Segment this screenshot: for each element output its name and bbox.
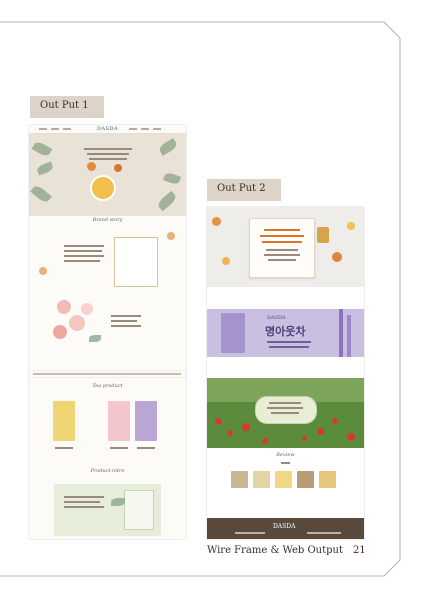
caption: Wire Frame & Web Output	[207, 545, 343, 556]
section-heading: Tea product	[92, 383, 123, 389]
nav-item[interactable]	[39, 128, 47, 130]
banner-title: 명아웃차	[265, 325, 306, 338]
output-1-screenshot: DASDA Brand story Tea product Product in…	[29, 125, 186, 539]
section-heading: Review	[276, 452, 295, 458]
page-number: 21	[353, 545, 366, 556]
poppy-field-section	[207, 378, 364, 448]
rose-section	[29, 295, 186, 355]
marquee-band	[29, 370, 186, 378]
output-2-screenshot: DASDA 명아웃차 Review DASDA	[207, 207, 364, 539]
nav-item[interactable]	[129, 128, 137, 130]
review-thumb[interactable]	[319, 471, 336, 488]
nav-item[interactable]	[51, 128, 59, 130]
output-1-nav: DASDA	[29, 125, 186, 134]
banner-logo: DASDA	[267, 315, 286, 321]
brand-story-section: Brand story	[29, 217, 186, 287]
review-thumb[interactable]	[297, 471, 314, 488]
product-intro-section: Product intro	[29, 468, 186, 538]
output-1-hero	[29, 134, 186, 216]
output-2-label: Out Put 2	[207, 179, 281, 201]
hero-section	[207, 207, 364, 287]
lavender-banner: DASDA 명아웃차	[207, 309, 364, 357]
review-thumb[interactable]	[253, 471, 270, 488]
output-1-logo: DASDA	[97, 126, 119, 132]
section-heading: Brand story	[92, 217, 123, 223]
hero-card	[249, 218, 315, 278]
output-2-footer: DASDA	[207, 518, 364, 539]
nav-item[interactable]	[63, 128, 71, 130]
nav-item[interactable]	[141, 128, 149, 130]
output-1-label: Out Put 1	[30, 96, 104, 118]
review-thumb[interactable]	[231, 471, 248, 488]
section-heading: Product intro	[90, 468, 125, 474]
hero-badge	[90, 175, 116, 201]
footer-logo: DASDA	[273, 523, 296, 530]
review-thumb[interactable]	[275, 471, 292, 488]
nav-item[interactable]	[153, 128, 161, 130]
tea-product-section: Tea product	[29, 383, 186, 463]
